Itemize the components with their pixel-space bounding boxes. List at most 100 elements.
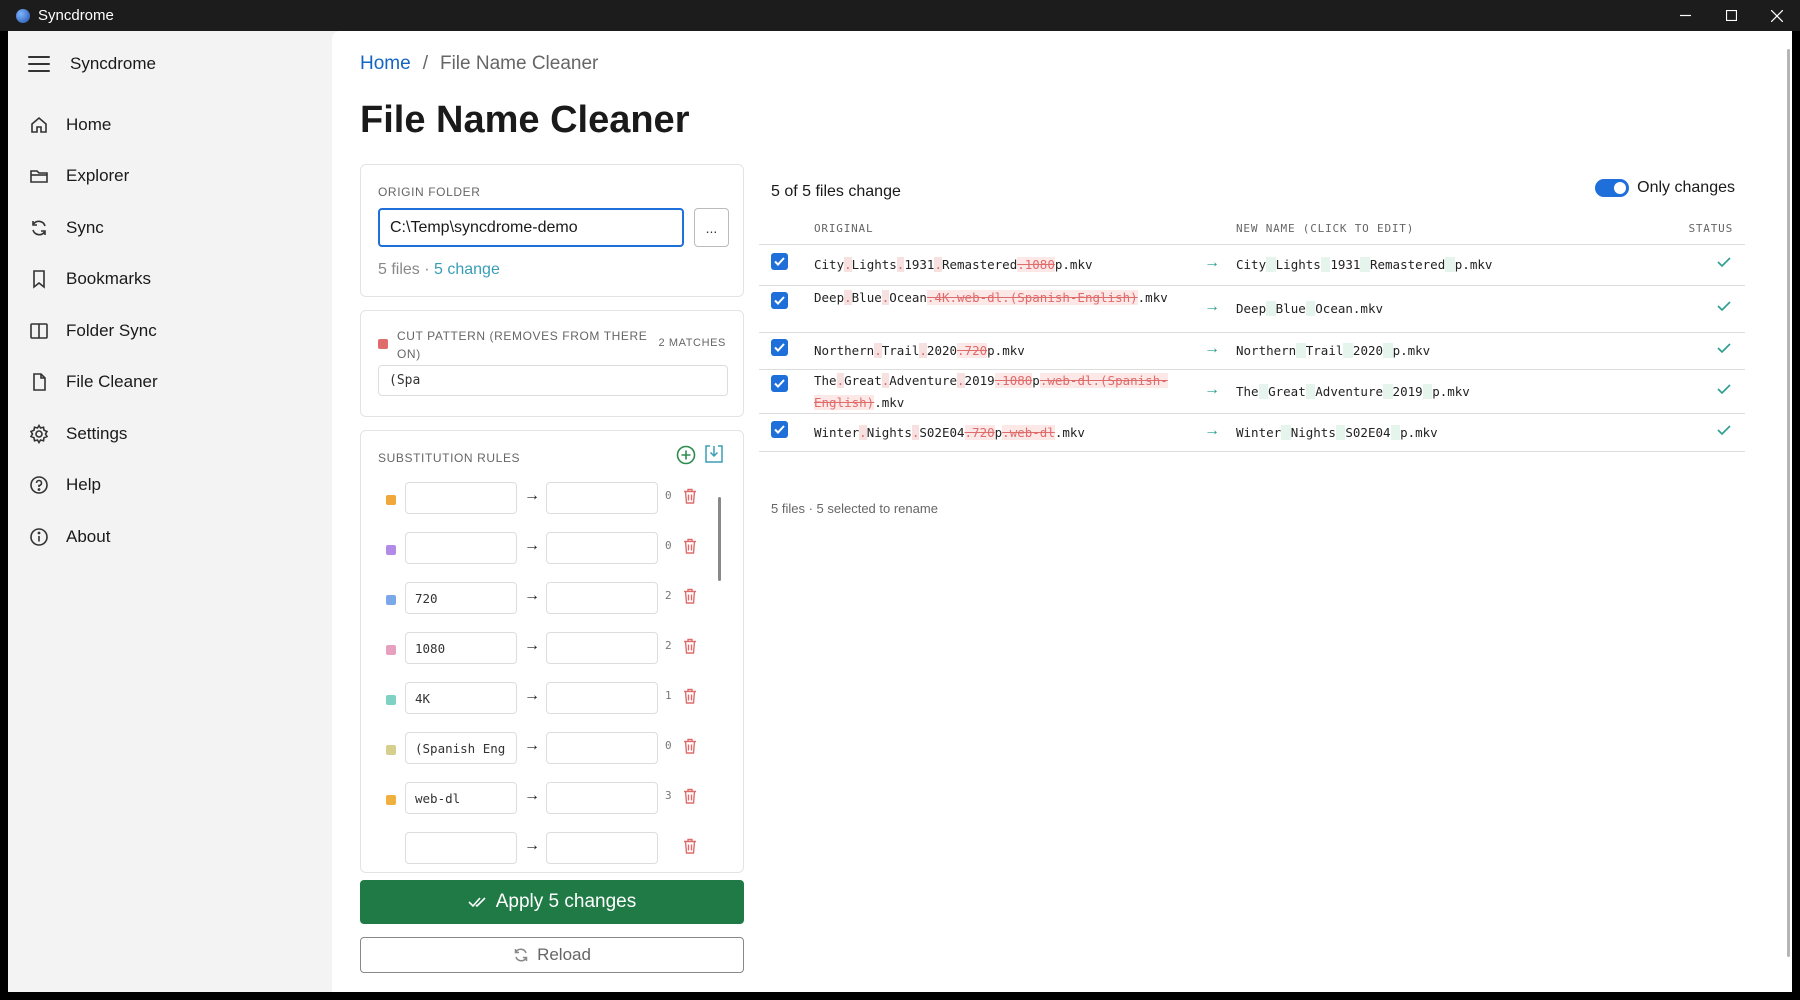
new-name-segment: . xyxy=(1383,383,1393,399)
file-select-checkbox[interactable] xyxy=(771,253,788,270)
file-select-checkbox[interactable] xyxy=(771,292,788,309)
check-icon xyxy=(774,343,785,352)
file-icon xyxy=(28,371,50,393)
new-name-segment: p.mkv xyxy=(1392,343,1431,358)
original-name-segment: .720 xyxy=(964,424,995,440)
columns-icon xyxy=(28,320,50,342)
file-row: → The.Great.Adventure.2019.1080p.web-dl.(… xyxy=(759,370,1745,414)
new-file-name[interactable]: Winter.Nights.S02E04.p.mkv xyxy=(1236,422,1438,444)
original-name-segment: . xyxy=(844,290,852,305)
maximize-button[interactable] xyxy=(1708,0,1754,31)
rule-replace-input[interactable] xyxy=(546,732,658,764)
new-name-segment: p.mkv xyxy=(1432,383,1470,399)
new-name-segment: . xyxy=(1335,424,1346,440)
minimize-button[interactable] xyxy=(1662,0,1708,31)
original-name-segment: Ocean xyxy=(889,290,927,305)
delete-rule-button[interactable] xyxy=(683,588,697,609)
rule-replace-input[interactable] xyxy=(546,782,658,814)
files-panel: 5 of 5 files change Only changes ORIGINA… xyxy=(759,164,1745,544)
rule-replace-input[interactable] xyxy=(546,682,658,714)
rule-find-input[interactable]: web-dl xyxy=(405,782,517,814)
rule-find-input[interactable] xyxy=(405,482,517,514)
rule-find-input[interactable]: 1080 xyxy=(405,632,517,664)
sidebar-item-about[interactable]: About xyxy=(8,511,332,563)
sidebar-item-file-cleaner[interactable]: File Cleaner xyxy=(8,357,332,409)
sidebar-item-folder-sync[interactable]: Folder Sync xyxy=(8,305,332,357)
delete-rule-button[interactable] xyxy=(683,788,697,809)
delete-rule-button[interactable] xyxy=(683,688,697,709)
maximize-icon xyxy=(1725,10,1737,21)
rule-find-input[interactable]: (Spanish Eng xyxy=(405,732,517,764)
origin-folder-input[interactable]: C:\Temp\syncdrome-demo xyxy=(378,208,684,247)
origin-files-count: 5 files · xyxy=(378,261,435,278)
close-button[interactable] xyxy=(1754,0,1800,31)
sidebar-item-settings[interactable]: Settings xyxy=(8,408,332,460)
sidebar-item-home[interactable]: Home xyxy=(8,99,332,151)
rule-arrow-icon: → xyxy=(524,687,540,704)
sidebar-item-label: About xyxy=(66,526,111,546)
status-ok-icon xyxy=(1717,424,1731,439)
apply-changes-label: Apply 5 changes xyxy=(495,891,637,912)
breadcrumb-home-link[interactable]: Home xyxy=(360,53,411,75)
add-rule-button[interactable] xyxy=(676,445,696,465)
file-select-checkbox[interactable] xyxy=(771,374,788,392)
original-name-segment: .mkv xyxy=(1054,424,1085,440)
new-file-name[interactable]: City.Lights.1931.Remastered.p.mkv xyxy=(1236,254,1492,276)
new-name-segment: Remastered xyxy=(1369,257,1446,272)
import-rules-button[interactable] xyxy=(704,444,724,464)
sidebar-item-bookmarks[interactable]: Bookmarks xyxy=(8,254,332,306)
only-changes-label: Only changes xyxy=(1637,179,1735,196)
rule-replace-input[interactable] xyxy=(546,532,658,564)
only-changes-toggle[interactable] xyxy=(1595,179,1630,197)
sidebar-item-sync[interactable]: Sync xyxy=(8,202,332,254)
cut-pattern-input[interactable]: (Spa xyxy=(378,365,728,396)
rule-replace-input[interactable] xyxy=(546,832,658,864)
file-select-checkbox[interactable] xyxy=(771,420,788,438)
original-name-segment: . xyxy=(859,424,867,440)
rule-replace-input[interactable] xyxy=(546,582,658,614)
original-file-name: City.Lights.1931.Remastered.1080p.mkv xyxy=(814,254,1189,276)
original-file-name: Winter.Nights.S02E04.720p.web-dl.mkv xyxy=(814,422,1189,444)
delete-rule-button[interactable] xyxy=(683,738,697,759)
new-name-segment: The xyxy=(1236,383,1259,399)
rule-match-count: 2 xyxy=(665,589,672,602)
origin-folder-card: ORIGIN FOLDER C:\Temp\syncdrome-demo ...… xyxy=(360,164,744,297)
page-scrollbar[interactable] xyxy=(1787,49,1790,957)
new-name-segment: 2019 xyxy=(1392,383,1423,399)
status-ok-icon xyxy=(1717,256,1731,271)
new-file-name[interactable]: Deep.Blue.Ocean.mkv xyxy=(1236,298,1383,320)
original-name-segment: Trail xyxy=(881,343,920,358)
rules-scrollbar[interactable] xyxy=(718,497,721,581)
rule-replace-input[interactable] xyxy=(546,482,658,514)
new-name-segment: Trail xyxy=(1305,343,1344,358)
sidebar-item-label: Bookmarks xyxy=(66,269,152,289)
sidebar-app-name: Syncdrome xyxy=(70,54,156,73)
original-name-segment: Great xyxy=(844,372,882,388)
rule-color-swatch xyxy=(386,745,396,755)
rule-find-input[interactable] xyxy=(405,832,517,864)
sidebar-item-explorer[interactable]: Explorer xyxy=(8,151,332,203)
rule-find-input[interactable]: 4K xyxy=(405,682,517,714)
delete-rule-button[interactable] xyxy=(683,538,697,559)
new-file-name[interactable]: The.Great.Adventure.2019.p.mkv xyxy=(1236,381,1470,403)
apply-changes-button[interactable]: Apply 5 changes xyxy=(360,880,744,924)
sidebar-item-help[interactable]: Help xyxy=(8,460,332,512)
new-file-name[interactable]: Northern.Trail.2020.p.mkv xyxy=(1236,340,1430,362)
delete-rule-button[interactable] xyxy=(683,488,697,509)
rule-find-input[interactable]: 720 xyxy=(405,582,517,614)
reload-button[interactable]: Reload xyxy=(360,937,744,973)
hamburger-menu-icon[interactable] xyxy=(28,56,50,72)
rule-find-input[interactable] xyxy=(405,532,517,564)
new-name-segment: Blue xyxy=(1275,301,1306,316)
rule-color-swatch xyxy=(386,645,396,655)
check-icon xyxy=(774,424,785,434)
file-select-checkbox[interactable] xyxy=(771,339,788,356)
delete-rule-button[interactable] xyxy=(683,838,697,859)
rule-replace-input[interactable] xyxy=(546,632,658,664)
original-name-segment: .4K.web-dl.(Spanish-English) xyxy=(926,290,1138,305)
browse-folder-button[interactable]: ... xyxy=(694,208,729,247)
substitution-rule-row: 720 → 2 xyxy=(361,577,743,627)
folder-icon xyxy=(28,165,50,187)
new-name-segment: . xyxy=(1281,424,1291,440)
delete-rule-button[interactable] xyxy=(683,638,697,659)
